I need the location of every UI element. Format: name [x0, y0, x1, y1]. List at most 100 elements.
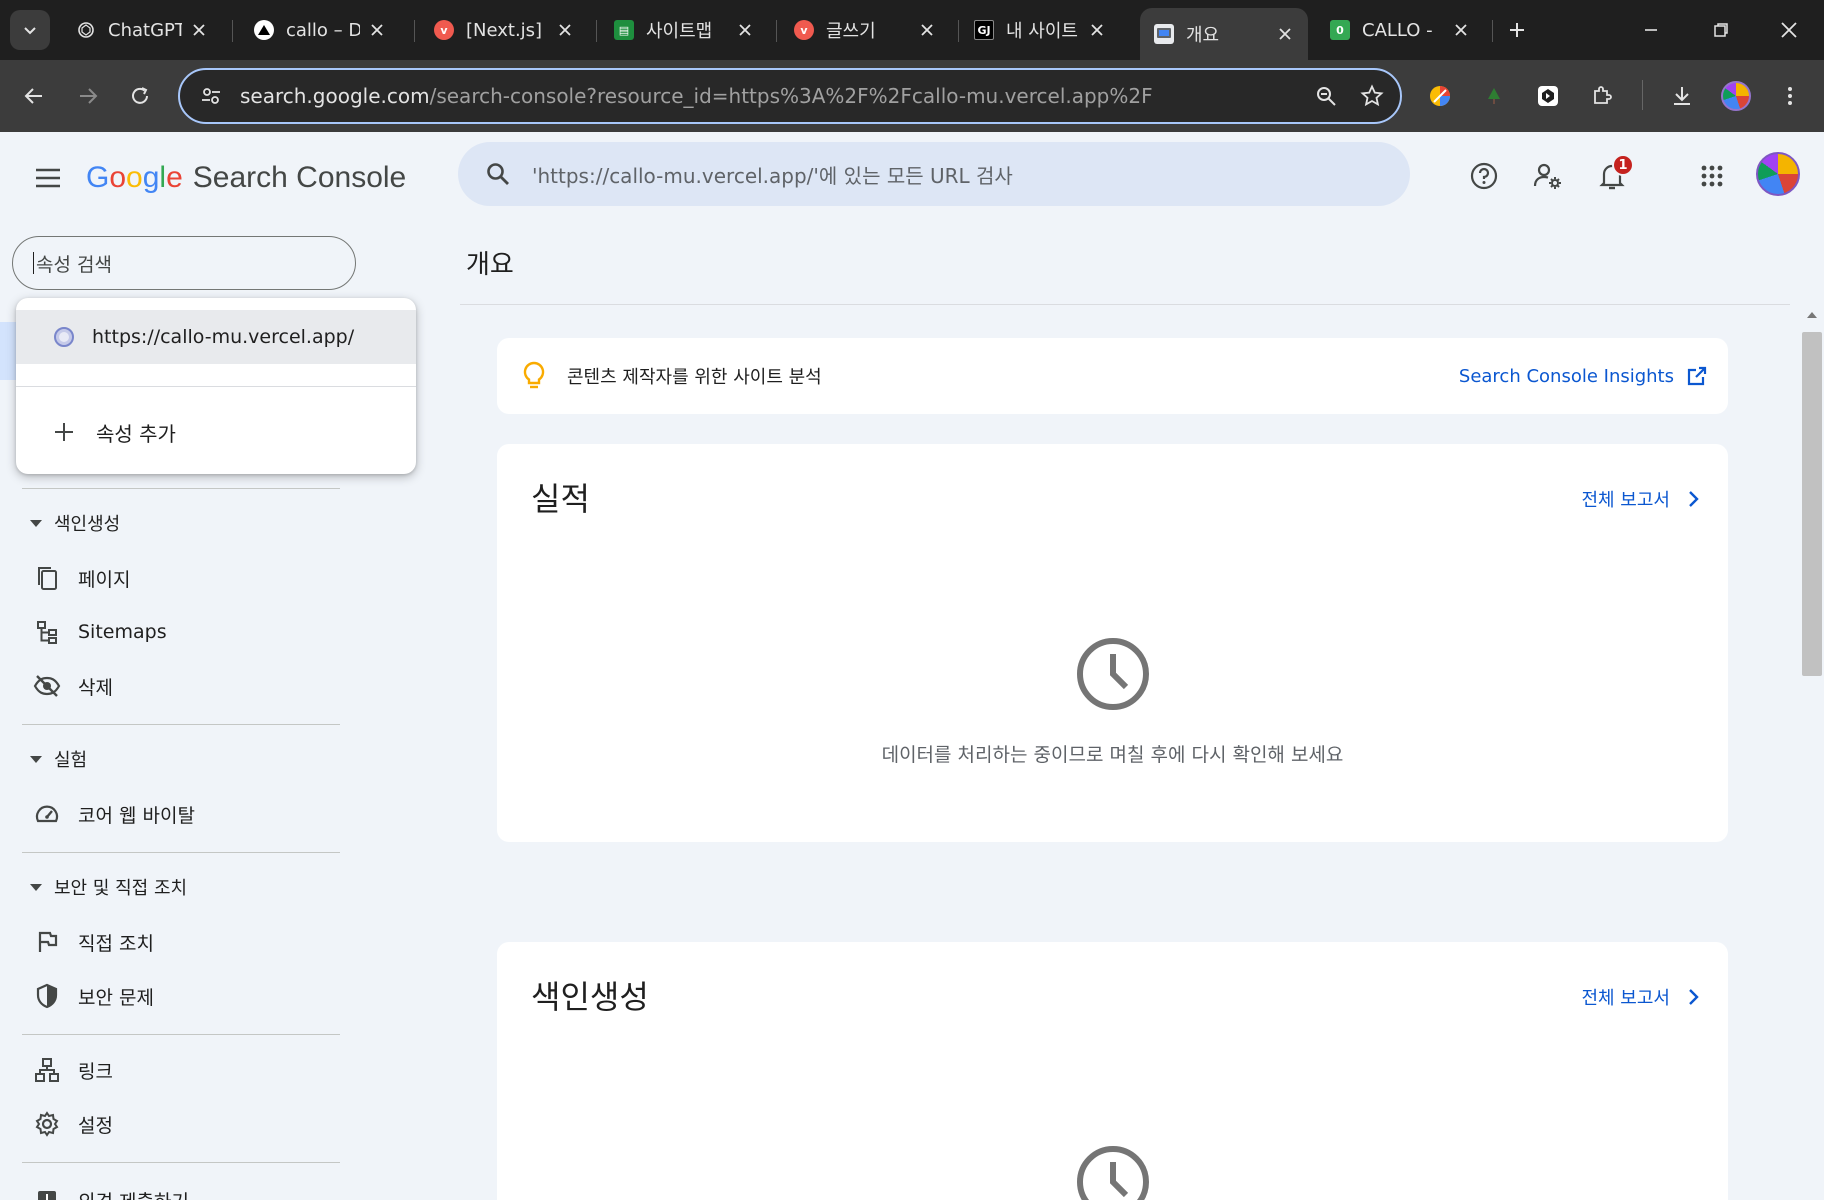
insights-description: 콘텐츠 제작자를 위한 사이트 분석 — [567, 367, 822, 388]
help-icon — [1470, 162, 1498, 190]
close-icon[interactable] — [918, 21, 936, 39]
manage-accounts-icon — [1533, 163, 1561, 189]
callo-icon: 0 — [1330, 20, 1350, 40]
sidebar-item-links[interactable]: 링크 — [30, 1048, 350, 1092]
property-option[interactable]: https://callo-mu.vercel.app/ — [16, 310, 416, 364]
close-icon[interactable] — [368, 21, 386, 39]
links-icon — [30, 1053, 64, 1087]
url-host: search.google.com — [240, 84, 430, 108]
new-tab-button[interactable] — [1502, 12, 1532, 48]
search-console-icon — [1154, 24, 1174, 44]
processing-message: 데이터를 처리하는 중이므로 며칠 후에 다시 확인해 보세요 — [881, 744, 1344, 766]
main-scrollbar[interactable] — [1800, 304, 1824, 1200]
scrollbar-thumb[interactable] — [1802, 332, 1822, 676]
chrome-menu-button[interactable] — [1772, 78, 1808, 114]
sidebar-item-security-issues[interactable]: 보안 문제 — [30, 974, 350, 1018]
profile-button[interactable] — [1718, 78, 1754, 114]
sidebar-section-experiments[interactable]: 실험 — [22, 746, 87, 772]
indexing-full-report-link[interactable]: 전체 보고서 — [1581, 984, 1704, 1010]
insights-link[interactable]: Search Console Insights — [1459, 365, 1708, 387]
forward-button[interactable] — [70, 78, 106, 114]
tab-vercel[interactable]: callo – D — [240, 10, 400, 50]
performance-full-report-link[interactable]: 전체 보고서 — [1581, 486, 1704, 512]
search-console-logo[interactable]: Google Search Console — [86, 156, 406, 200]
extension-dev[interactable] — [1530, 78, 1566, 114]
sidebar-divider — [22, 852, 340, 853]
url-text: search.google.com/search-console?resourc… — [240, 84, 1308, 108]
zoom-button[interactable] — [1308, 78, 1344, 114]
minimize-icon — [1645, 29, 1657, 31]
add-property-label: 속성 추가 — [96, 421, 176, 446]
section-label: 실험 — [54, 750, 88, 771]
sidebar-item-feedback[interactable]: 의견 제출하기 — [30, 1178, 350, 1200]
velog-icon: v — [794, 20, 814, 40]
add-property-button[interactable]: 속성 추가 — [16, 408, 416, 456]
reload-button[interactable] — [122, 78, 158, 114]
tab-label: 개요 — [1186, 25, 1220, 46]
sidebar-item-pages[interactable]: 페이지 — [30, 556, 350, 600]
extensions-button[interactable] — [1584, 78, 1620, 114]
close-icon[interactable] — [1276, 25, 1294, 43]
property-search-input[interactable]: 속성 검색 — [12, 236, 356, 290]
sidebar-item-removals[interactable]: 삭제 — [30, 664, 350, 708]
tab-sitemap[interactable]: ▤ 사이트맵 — [600, 10, 768, 50]
chevron-down-icon — [24, 27, 36, 35]
bookmark-button[interactable] — [1354, 78, 1390, 114]
performance-card: 실적 전체 보고서 데이터를 처리하는 중이므로 며칠 후에 다시 확인해 보세… — [497, 444, 1728, 842]
close-icon[interactable] — [190, 21, 208, 39]
scroll-up-arrow[interactable] — [1807, 312, 1817, 318]
sidebar-divider — [22, 724, 340, 725]
reload-icon — [132, 87, 148, 104]
chevron-right-icon — [1689, 989, 1699, 1005]
toolbar-separator — [1642, 80, 1643, 110]
tab-search-button[interactable] — [10, 10, 50, 50]
restore-button[interactable] — [1706, 12, 1736, 48]
performance-title: 실적 — [531, 480, 590, 518]
extension-colorful[interactable] — [1422, 78, 1458, 114]
url-inspection-search[interactable]: 'https://callo-mu.vercel.app/'에 있는 모든 UR… — [458, 142, 1410, 206]
arrow-left-icon — [24, 88, 42, 104]
sidebar-item-manual-actions[interactable]: 직접 조치 — [30, 920, 350, 964]
downloads-button[interactable] — [1664, 78, 1700, 114]
section-label: 보안 및 직접 조치 — [54, 878, 188, 899]
tab-separator — [1492, 20, 1493, 42]
search-icon — [478, 154, 518, 194]
tab-chatgpt[interactable]: ChatGPT — [62, 10, 222, 50]
sidebar-section-security[interactable]: 보안 및 직접 조치 — [22, 874, 187, 900]
logo-letter: l — [159, 161, 167, 194]
site-info-button[interactable] — [194, 79, 228, 113]
close-icon[interactable] — [736, 21, 754, 39]
close-window-button[interactable] — [1774, 12, 1804, 48]
sidebar-divider — [22, 488, 340, 489]
sidebar-section-indexing[interactable]: 색인생성 — [22, 510, 120, 536]
minimize-button[interactable] — [1636, 12, 1666, 48]
close-icon[interactable] — [1088, 21, 1106, 39]
account-avatar[interactable] — [1756, 152, 1800, 196]
sidebar-item-core-web-vitals[interactable]: 코어 웹 바이탈 — [30, 792, 350, 836]
address-bar[interactable]: search.google.com/search-console?resourc… — [178, 68, 1402, 124]
velog-icon: v — [434, 20, 454, 40]
dropdown-divider — [16, 386, 416, 387]
sidebar-item-sitemaps[interactable]: Sitemaps — [30, 610, 350, 654]
tab-overview[interactable]: 개요 — [1140, 8, 1308, 60]
sidebar-item-label: 링크 — [78, 1060, 113, 1083]
back-button[interactable] — [16, 78, 52, 114]
tab-callo[interactable]: 0 CALLO - — [1316, 10, 1484, 50]
tab-write[interactable]: v 글쓰기 — [780, 10, 950, 50]
tune-icon — [202, 88, 220, 104]
close-icon[interactable] — [556, 21, 574, 39]
notifications-button[interactable]: 1 — [1590, 154, 1634, 198]
tab-nextjs[interactable]: v [Next.js] — [420, 10, 588, 50]
sidebar-item-settings[interactable]: 설정 — [30, 1102, 350, 1146]
tab-my-site[interactable]: GJ 내 사이트 — [960, 10, 1120, 50]
google-apps-button[interactable] — [1690, 154, 1734, 198]
property-dropdown: https://callo-mu.vercel.app/ 속성 추가 — [16, 298, 416, 474]
help-button[interactable] — [1462, 154, 1506, 198]
main-menu-button[interactable] — [30, 160, 66, 196]
users-permissions-button[interactable] — [1526, 154, 1570, 198]
visibility-off-icon — [30, 669, 64, 703]
tab-label: 내 사이트 — [1006, 21, 1078, 42]
extension-green[interactable] — [1476, 78, 1512, 114]
close-icon[interactable] — [1452, 21, 1470, 39]
chatgpt-icon — [76, 20, 96, 40]
